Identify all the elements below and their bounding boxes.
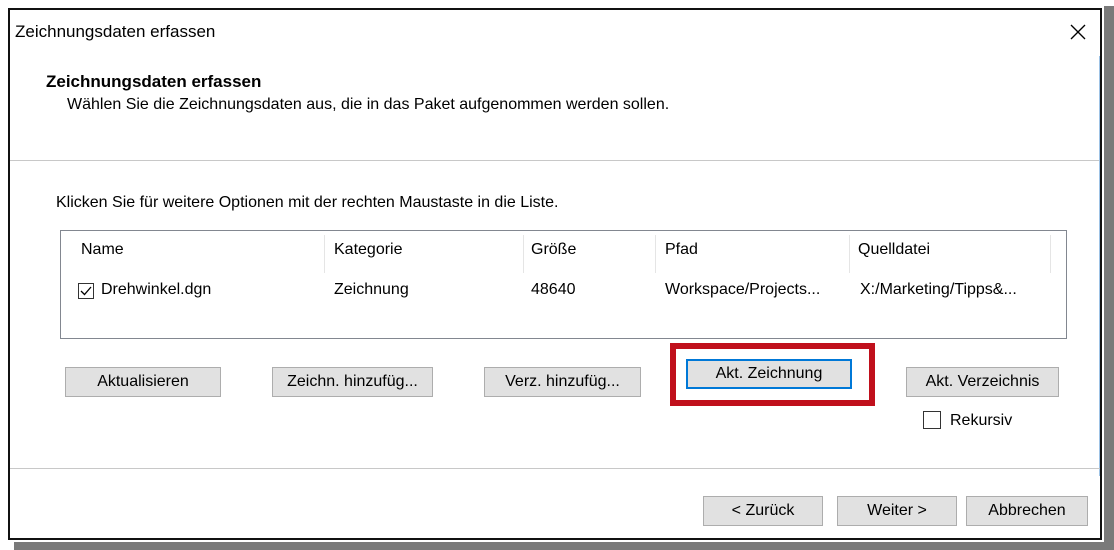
back-button[interactable]: < Zurück	[703, 496, 823, 526]
column-header-name[interactable]: Name	[81, 241, 124, 271]
add-drawing-button[interactable]: Zeichn. hinzufüg...	[272, 367, 433, 397]
column-separator[interactable]	[655, 235, 656, 273]
header-subtitle: Wählen Sie die Zeichnungsdaten aus, die …	[67, 96, 670, 113]
cell-path: Workspace/Projects...	[665, 281, 821, 298]
cell-source: X:/Marketing/Tipps&...	[860, 281, 1017, 298]
column-header-size[interactable]: Größe	[531, 241, 576, 271]
header-title: Zeichnungsdaten erfassen	[46, 72, 262, 91]
recursive-label[interactable]: Rekursiv	[950, 412, 1012, 430]
check-icon	[80, 286, 92, 296]
column-separator[interactable]	[523, 235, 524, 273]
footer-separator	[10, 468, 1100, 469]
recursive-checkbox[interactable]	[923, 411, 941, 429]
column-header-path[interactable]: Pfad	[665, 241, 698, 271]
list-hint-text: Klicken Sie für weitere Optionen mit der…	[56, 194, 559, 211]
refresh-button[interactable]: Aktualisieren	[65, 367, 221, 397]
highlight-box	[670, 343, 875, 406]
title-bar: Zeichnungsdaten erfassen	[10, 10, 1100, 56]
cancel-button[interactable]: Abbrechen	[966, 496, 1088, 526]
window-shadow-right	[1104, 6, 1114, 550]
cell-name: Drehwinkel.dgn	[101, 281, 212, 298]
add-folder-button[interactable]: Verz. hinzufüg...	[484, 367, 641, 397]
window-shadow-bottom	[14, 542, 1114, 550]
right-edge-accent	[1099, 56, 1100, 476]
drawing-data-list[interactable]: Name Kategorie Größe Pfad Quelldatei Dre…	[60, 230, 1067, 339]
column-separator[interactable]	[1050, 235, 1051, 273]
row-checkbox[interactable]	[78, 283, 94, 299]
wizard-header: Zeichnungsdaten erfassen Wählen Sie die …	[10, 56, 1100, 161]
dialog-window: Zeichnungsdaten erfassen Zeichnungsdaten…	[8, 8, 1102, 540]
column-separator[interactable]	[849, 235, 850, 273]
next-button[interactable]: Weiter >	[837, 496, 957, 526]
column-header-source[interactable]: Quelldatei	[858, 241, 930, 271]
cell-size: 48640	[531, 281, 576, 298]
current-folder-button[interactable]: Akt. Verzeichnis	[906, 367, 1059, 397]
column-header-category[interactable]: Kategorie	[334, 241, 403, 271]
column-separator[interactable]	[324, 235, 325, 273]
close-icon	[1070, 24, 1086, 40]
cell-category: Zeichnung	[334, 281, 409, 298]
window-title: Zeichnungsdaten erfassen	[15, 22, 216, 41]
close-button[interactable]	[1064, 18, 1092, 46]
